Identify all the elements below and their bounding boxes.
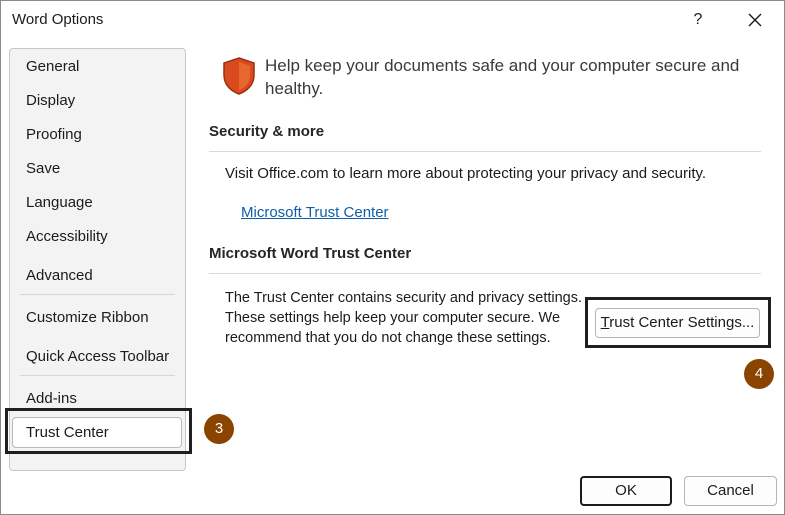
security-description: Visit Office.com to learn more about pro… [225,165,707,182]
trust-center-settings-button[interactable]: Trust Center Settings... [595,308,760,338]
sidebar-item-general[interactable]: General [26,58,79,75]
sidebar-divider [20,294,175,295]
help-button[interactable]: ? [684,8,712,32]
section-divider [209,151,761,152]
shield-icon [223,57,255,95]
page-heading: Help keep your documents safe and your c… [265,56,740,98]
sidebar-item-quick-access-toolbar[interactable]: Quick Access Toolbar [26,348,169,365]
sidebar-item-accessibility[interactable]: Accessibility [26,228,108,245]
sidebar-item-save[interactable]: Save [26,160,60,177]
callout-highlight-trust-center [5,408,192,454]
sidebar-item-add-ins[interactable]: Add-ins [26,390,77,407]
step-badge-4: 4 [744,359,774,389]
sidebar-item-advanced[interactable]: Advanced [26,267,93,284]
word-options-dialog: Word Options ? General Display Proofing … [0,0,785,515]
section-title-security: Security & more [209,123,325,140]
sidebar-divider [20,375,175,376]
button-mnemonic: T [600,314,610,331]
dialog-title: Word Options [12,11,104,28]
section-title-trust-center: Microsoft Word Trust Center [209,245,412,262]
sidebar-item-language[interactable]: Language [26,194,93,211]
button-label: rust Center Settings... [609,314,755,331]
close-icon [748,13,762,27]
title-bar: Word Options ? [1,1,784,39]
sidebar-item-customize-ribbon[interactable]: Customize Ribbon [26,309,149,326]
sidebar-item-display[interactable]: Display [26,92,75,109]
close-button[interactable] [741,8,769,32]
microsoft-trust-center-link[interactable]: Microsoft Trust Center [241,204,389,221]
trust-center-description: The Trust Center contains security and p… [225,290,583,346]
sidebar-item-proofing[interactable]: Proofing [26,126,82,143]
step-badge-3: 3 [204,414,234,444]
section-divider [209,273,761,274]
cancel-button[interactable]: Cancel [684,476,777,506]
ok-button[interactable]: OK [580,476,672,506]
